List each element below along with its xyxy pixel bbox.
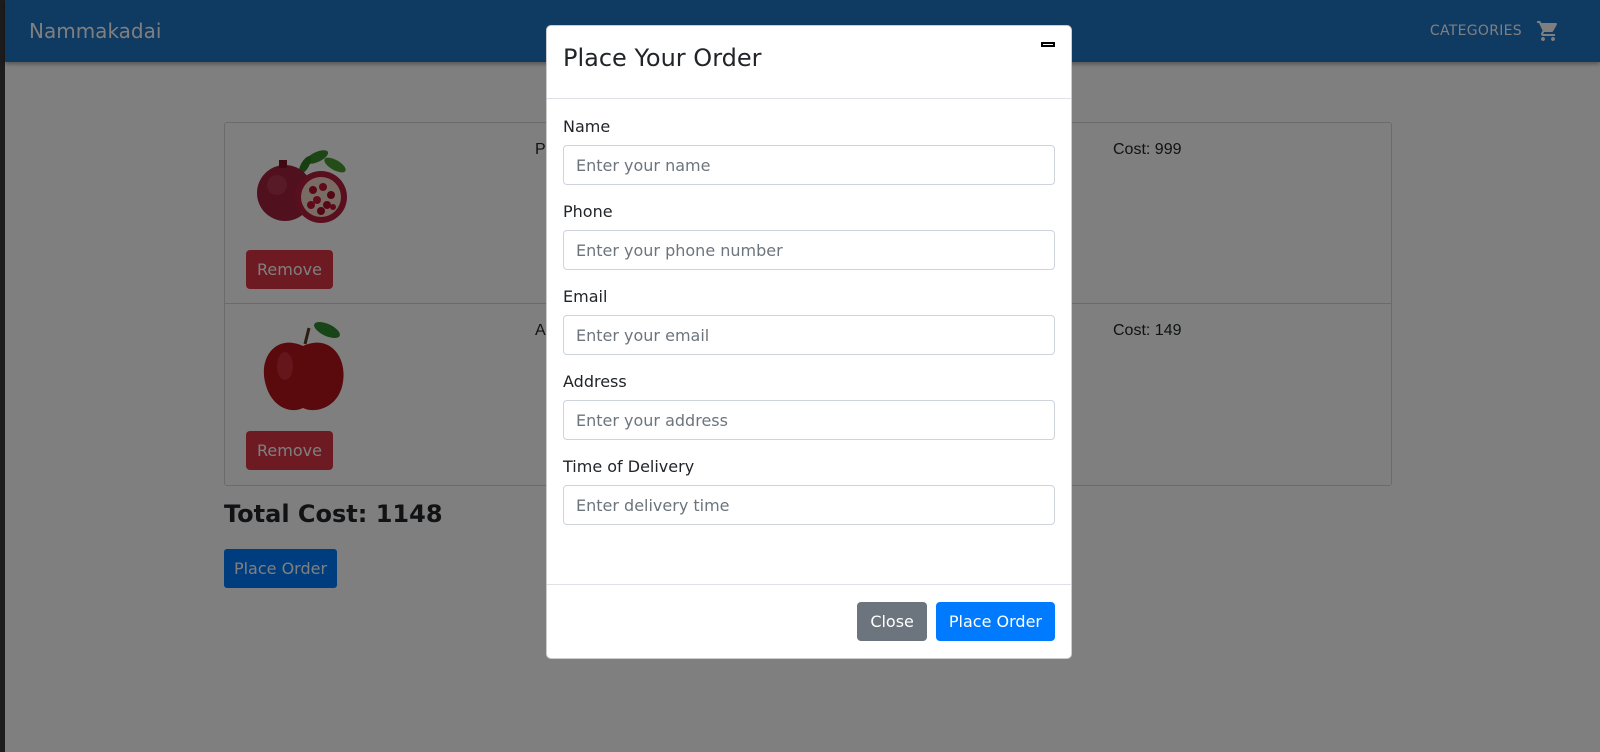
modal-header: Place Your Order (547, 26, 1071, 99)
form-group-name: Name (563, 117, 1055, 185)
form-group-phone: Phone (563, 202, 1055, 270)
address-label: Address (563, 372, 627, 391)
phone-input[interactable] (563, 230, 1055, 270)
delivery-time-input[interactable] (563, 485, 1055, 525)
email-label: Email (563, 287, 608, 306)
name-input[interactable] (563, 145, 1055, 185)
form-group-email: Email (563, 287, 1055, 355)
form-group-address: Address (563, 372, 1055, 440)
phone-label: Phone (563, 202, 613, 221)
order-form: Name Phone Email Address Time of Deliver… (547, 99, 1071, 525)
form-group-delivery-time: Time of Delivery (563, 457, 1055, 525)
confirm-place-order-button[interactable]: Place Order (935, 602, 1055, 641)
address-input[interactable] (563, 400, 1055, 440)
close-button[interactable]: Close (857, 602, 927, 641)
email-input[interactable] (563, 315, 1055, 355)
close-icon[interactable] (1041, 42, 1055, 47)
delivery-time-label: Time of Delivery (563, 457, 695, 476)
modal-footer: Close Place Order (547, 584, 1071, 658)
modal-title: Place Your Order (563, 44, 762, 72)
place-order-dialog: Place Your Order Name Phone Email Addres… (546, 25, 1072, 659)
name-label: Name (563, 117, 611, 136)
